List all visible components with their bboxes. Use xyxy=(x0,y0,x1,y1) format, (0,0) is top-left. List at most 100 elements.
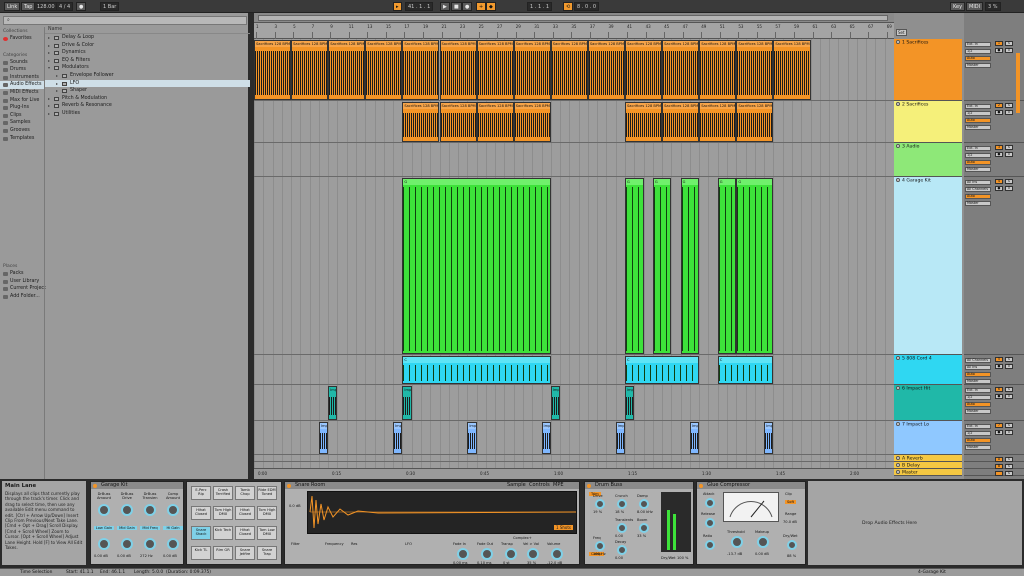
input-type-menu[interactable]: Ext. In xyxy=(965,388,991,393)
track-lane[interactable] xyxy=(254,101,894,143)
output-menu[interactable]: Master xyxy=(965,409,991,414)
solo-button[interactable]: S xyxy=(1005,103,1013,108)
track-activator-button[interactable] xyxy=(995,471,1003,476)
track-header[interactable]: Master xyxy=(894,469,962,476)
sidebar-item-favorites[interactable]: Favorites xyxy=(0,35,44,43)
browser-folder[interactable]: ▸ Reverb & Resonance xyxy=(45,102,250,110)
chevron-right-icon[interactable]: ▸ xyxy=(56,72,58,80)
input-channel-menu[interactable]: All Ins xyxy=(965,365,991,370)
track-header[interactable]: 4 Garage Kit xyxy=(894,177,962,355)
arrangement-clip[interactable]: Imp xyxy=(393,422,403,454)
drum-pad[interactable]: E-Perc Rip xyxy=(191,486,211,500)
arrangement-clip[interactable]: Imp xyxy=(402,386,412,420)
fade-out-knob[interactable] xyxy=(481,548,493,560)
gain-readout[interactable]: 0.0 dB xyxy=(289,504,301,508)
drum-pad[interactable]: Hihat Closed xyxy=(191,506,211,520)
track-activator-button[interactable]: 3 xyxy=(995,145,1003,150)
sidebar-item-clips[interactable]: Clips xyxy=(0,112,44,120)
track-activator-icon[interactable] xyxy=(896,463,900,467)
track-activator-button[interactable]: 6 xyxy=(995,387,1003,392)
glue-drywet-knob[interactable] xyxy=(787,540,797,550)
drum-pad[interactable]: Ride EDM Toned xyxy=(257,486,277,500)
drum-buss-device[interactable]: Drum Buss Trim Comp Dry/Wet 100 % Drive 1… xyxy=(584,481,694,565)
overdub-button[interactable]: + xyxy=(476,2,487,11)
browser-folder[interactable]: ▸ Pitch & Modulation xyxy=(45,95,250,103)
solo-button[interactable]: S xyxy=(1005,471,1013,476)
macro-knob[interactable] xyxy=(144,538,156,550)
monitor-auto-button[interactable]: Auto xyxy=(965,372,991,377)
drum-pad[interactable]: Tom Low DMX xyxy=(257,526,277,540)
drum-buss-knob[interactable] xyxy=(617,499,627,509)
device-power-icon[interactable] xyxy=(93,483,97,488)
sidebar-item-samples[interactable]: Samples xyxy=(0,119,44,127)
browser-folder[interactable]: ▸ LFO xyxy=(45,79,250,88)
arrangement-clip[interactable]: Sacrifices 128 BPM Bsm @april4th xyxy=(439,40,477,100)
sidebar-item-instruments[interactable]: Instruments xyxy=(0,74,44,82)
track-activator-icon[interactable] xyxy=(896,386,900,390)
arrangement-clip[interactable]: G xyxy=(402,178,551,354)
midi-map-button[interactable]: MIDI xyxy=(966,2,984,11)
track-activator-icon[interactable] xyxy=(896,356,900,360)
drum-pad[interactable]: Rim GR xyxy=(213,546,233,560)
drum-pad[interactable]: Hihat Closed xyxy=(235,526,255,540)
sidebar-item-audio-effects[interactable]: Audio Effects xyxy=(0,81,44,89)
drum-pad[interactable]: Kick TL xyxy=(191,546,211,560)
loop-switch[interactable]: ⟲ xyxy=(563,2,574,11)
chevron-right-icon[interactable]: ▸ xyxy=(48,42,50,50)
monitor-auto-button[interactable]: Auto xyxy=(965,118,991,123)
volume-field[interactable]: 0 xyxy=(1005,152,1013,157)
volume-knob[interactable] xyxy=(551,548,563,560)
drum-buss-knob[interactable] xyxy=(639,523,649,533)
chevron-right-icon[interactable]: ▸ xyxy=(48,110,50,118)
track-name[interactable]: 6 Impact Hit xyxy=(902,387,930,392)
track-activator-button[interactable]: 4 xyxy=(995,179,1003,184)
arrangement-overview[interactable] xyxy=(254,13,894,23)
arrangement-clip[interactable]: Sacrifices 128 BPM Bsm @april4th xyxy=(328,40,366,100)
device-drop-area[interactable]: Drop Audio Effects Here xyxy=(808,481,1022,565)
follow-button[interactable]: ▸ xyxy=(393,2,402,11)
arm-button[interactable]: ● xyxy=(995,364,1003,369)
chevron-right-icon[interactable]: ▸ xyxy=(48,34,50,42)
track-name[interactable]: 3 Audio xyxy=(902,145,919,150)
browser-search-input[interactable]: ⌕ xyxy=(3,16,247,25)
song-position-field[interactable]: 41 . 1 . 1 xyxy=(405,2,434,11)
input-channel-menu[interactable]: 1/2 xyxy=(965,431,991,436)
drum-buss-knob[interactable] xyxy=(617,523,627,533)
macro-knob[interactable] xyxy=(98,504,110,516)
lfo-toggle[interactable]: LFO xyxy=(405,542,412,546)
sidebar-item-drums[interactable]: Drums xyxy=(0,66,44,74)
beat-time-ruler[interactable]: 1 3 5 7 9 11 13 15 17 19 21 23 25 27 29 31 33 35 37 39 41 43 4… xyxy=(254,23,894,39)
snare-room-simpler[interactable]: Snare Room Sample Controls MPE 1 Shots 0… xyxy=(284,481,580,565)
places-item-packs[interactable]: Packs xyxy=(0,270,44,278)
drum-pad[interactable]: Tamb Chop xyxy=(235,486,255,500)
chevron-right-icon[interactable]: ▸ xyxy=(48,102,50,110)
arrangement-clip[interactable]: C xyxy=(625,356,700,384)
volume-field[interactable]: 0 xyxy=(1005,394,1013,399)
monitor-auto-button[interactable]: Auto xyxy=(965,56,991,61)
arrangement-clip[interactable]: Sacrifices 128 BPM Bsm @april4th xyxy=(662,102,700,142)
volume-field[interactable]: 0 xyxy=(1005,186,1013,191)
time-ruler[interactable]: 0:000:150:300:451:001:151:301:452:002:15 xyxy=(254,468,933,479)
volume-field[interactable]: 0 xyxy=(1005,48,1013,53)
drum-rack-pads[interactable]: E-Perc Rip Crash Terrified Tamb Chop Ride E… xyxy=(186,481,282,565)
filter-toggle[interactable]: Filter xyxy=(291,542,300,546)
arrangement-clip[interactable]: Sacrifices 128 BPM Bsm @april4th xyxy=(699,102,737,142)
solo-button[interactable]: S xyxy=(1005,179,1013,184)
track-header[interactable]: 6 Impact Hit xyxy=(894,385,962,421)
sidebar-item-midi-effects[interactable]: MIDI Effects xyxy=(0,89,44,97)
track-name[interactable]: 1 Sacrifices xyxy=(902,41,928,46)
volume-field[interactable]: 0 xyxy=(1005,110,1013,115)
input-channel-menu[interactable]: 1/2 xyxy=(965,49,991,54)
browser-folder[interactable]: ▸ Utilities xyxy=(45,110,250,118)
arrangement-clip[interactable]: Sacrifices 128 BPM Bsm @april4th xyxy=(476,102,514,142)
drum-pad[interactable]: Snare Jetfire xyxy=(235,546,255,560)
device-power-icon[interactable] xyxy=(287,483,291,488)
arm-button[interactable]: ● xyxy=(995,394,1003,399)
sidebar-item-max-for-live[interactable]: Max for Live xyxy=(0,97,44,105)
track-header[interactable]: A Reverb xyxy=(894,455,962,462)
track-lane[interactable] xyxy=(254,455,894,462)
track-name[interactable]: A Reverb xyxy=(902,457,923,462)
fade-in-knob[interactable] xyxy=(457,548,469,560)
track-header[interactable]: 5 808 Cord 4 xyxy=(894,355,962,385)
drum-buss-knob[interactable] xyxy=(639,499,649,509)
